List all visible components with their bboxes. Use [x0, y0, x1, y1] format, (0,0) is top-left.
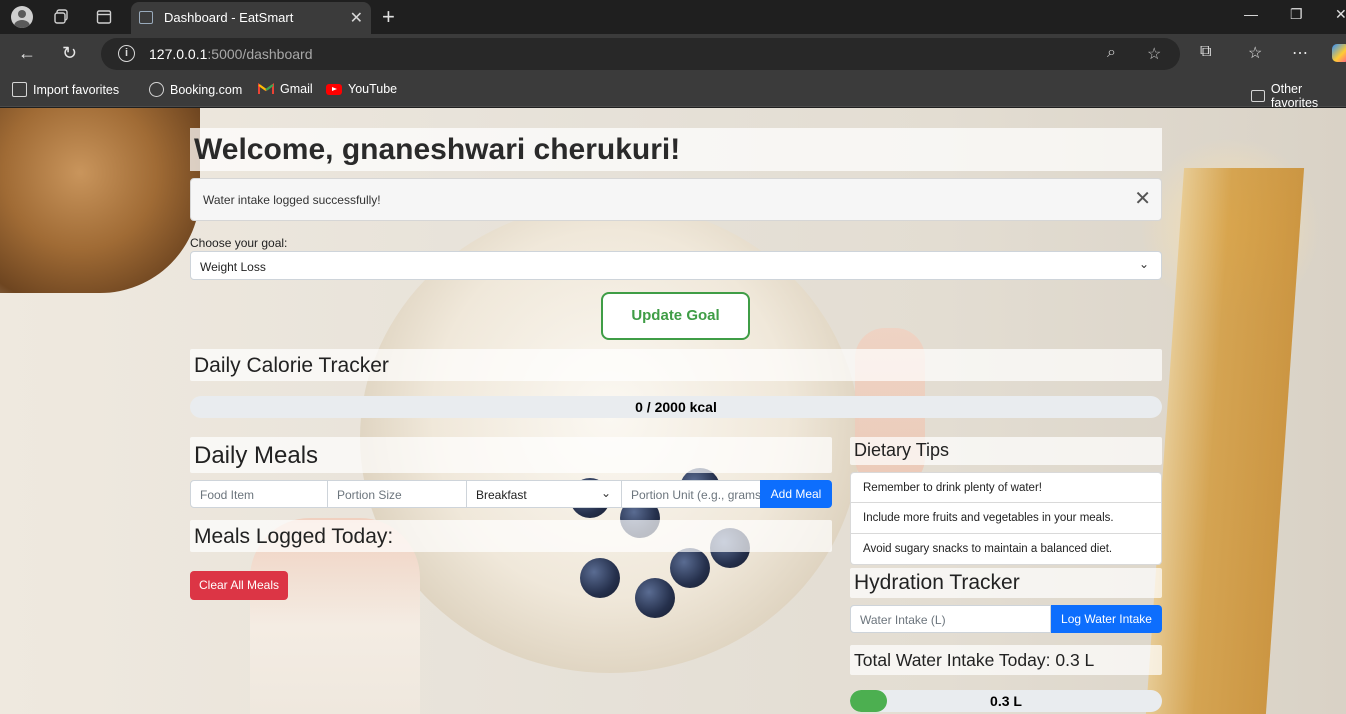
add-meal-button[interactable]: Add Meal	[760, 480, 832, 508]
gmail-icon	[258, 83, 274, 94]
meal-type-value: Breakfast	[476, 488, 527, 502]
daily-meals-title: Daily Meals	[194, 442, 319, 469]
success-alert: Water intake logged successfully! ✕	[190, 178, 1162, 221]
favorites-icon[interactable]: ☆	[1248, 43, 1262, 63]
water-progress-bar: 0.3 L	[850, 690, 1162, 712]
close-alert-icon[interactable]: ✕	[1134, 188, 1151, 210]
portion-unit-input[interactable]: Portion Unit (e.g., grams)	[621, 480, 761, 508]
globe-icon	[149, 82, 164, 97]
total-water-header: Total Water Intake Today: 0.3 L	[850, 645, 1162, 675]
import-icon	[12, 82, 27, 97]
welcome-header: Welcome, gnaneshwari cherukuri!	[190, 128, 1162, 171]
water-form: Water Intake (L) Log Water Intake	[850, 605, 1162, 633]
update-goal-button[interactable]: Update Goal	[601, 292, 750, 340]
goal-select[interactable]: Weight Loss ⌄	[190, 251, 1162, 280]
list-item: Avoid sugary snacks to maintain a balanc…	[850, 534, 1162, 565]
chevron-down-icon: ⌄	[600, 486, 611, 500]
address-bar[interactable]: i 127.0.0.1:5000/dashboard ⌕ ☆	[101, 38, 1180, 70]
url-text: 127.0.0.1:5000/dashboard	[149, 46, 313, 62]
hydration-tracker-title: Hydration Tracker	[854, 571, 1020, 594]
bookmarks-bar: Import favorites Booking.com Gmail YouTu…	[0, 74, 1346, 110]
meals-logged-title: Meals Logged Today:	[194, 525, 394, 548]
dietary-tips-list: Remember to drink plenty of water! Inclu…	[850, 472, 1162, 565]
water-intake-input[interactable]: Water Intake (L)	[850, 605, 1051, 633]
bookmark-import-favorites[interactable]: Import favorites	[12, 82, 119, 97]
more-menu-icon[interactable]: ⋯	[1292, 43, 1308, 63]
portion-size-input[interactable]: Portion Size	[327, 480, 467, 508]
bookmark-youtube[interactable]: YouTube	[326, 82, 397, 96]
refresh-icon[interactable]: ↻	[62, 43, 77, 64]
walnut-bowl-background	[0, 108, 200, 293]
extensions-icon[interactable]: ⧉	[1200, 43, 1211, 61]
page-title: Welcome, gnaneshwari cherukuri!	[194, 133, 681, 166]
tab-title: Dashboard - EatSmart	[164, 10, 294, 25]
list-item: Include more fruits and vegetables in yo…	[850, 503, 1162, 534]
clear-all-meals-button[interactable]: Clear All Meals	[190, 571, 288, 600]
folder-icon	[1251, 90, 1265, 102]
bookmark-gmail[interactable]: Gmail	[258, 82, 313, 96]
food-item-input[interactable]: Food Item	[190, 480, 328, 508]
calorie-progress-text: 0 / 2000 kcal	[635, 399, 717, 415]
profile-avatar[interactable]	[11, 6, 33, 28]
dietary-tips-header: Dietary Tips	[850, 437, 1162, 465]
copilot-icon[interactable]	[1332, 44, 1346, 62]
calorie-tracker-title: Daily Calorie Tracker	[194, 354, 389, 377]
daily-meals-header: Daily Meals	[190, 437, 832, 473]
goal-select-value: Weight Loss	[200, 260, 266, 274]
browser-navbar: ← ↻ i 127.0.0.1:5000/dashboard ⌕ ☆ ⧉ ☆ ⋯	[0, 34, 1346, 74]
back-icon[interactable]: ←	[18, 43, 36, 64]
minimize-icon[interactable]: —	[1244, 6, 1258, 22]
book-background	[1145, 168, 1305, 714]
total-water-title: Total Water Intake Today: 0.3 L	[854, 650, 1095, 670]
close-tab-icon[interactable]: ✕	[350, 8, 363, 28]
calorie-progress-bar: 0 / 2000 kcal	[190, 396, 1162, 418]
workspaces-icon[interactable]	[52, 7, 72, 27]
log-water-intake-button[interactable]: Log Water Intake	[1051, 605, 1162, 633]
restore-icon[interactable]: ❐	[1290, 6, 1303, 23]
bookmark-booking[interactable]: Booking.com	[149, 82, 242, 97]
hydration-tracker-header: Hydration Tracker	[850, 568, 1162, 598]
chevron-down-icon: ⌄	[1138, 257, 1149, 271]
meal-form: Food Item Portion Size Breakfast ⌄ Porti…	[190, 480, 832, 508]
site-info-icon[interactable]: i	[118, 45, 135, 62]
close-window-icon[interactable]: ✕	[1335, 6, 1346, 23]
alert-message: Water intake logged successfully!	[203, 193, 381, 207]
zoom-icon[interactable]: ⌕	[1107, 44, 1116, 62]
new-tab-icon[interactable]: +	[382, 4, 395, 30]
meal-type-select[interactable]: Breakfast ⌄	[466, 480, 622, 508]
terminal-favicon-icon	[139, 11, 153, 24]
favorite-star-icon[interactable]: ☆	[1147, 44, 1161, 64]
bookmark-other-favorites[interactable]: Other favorites	[1251, 82, 1346, 110]
meals-logged-header: Meals Logged Today:	[190, 520, 832, 552]
list-item: Remember to drink plenty of water!	[850, 472, 1162, 503]
page-viewport: Welcome, gnaneshwari cherukuri! Water in…	[0, 108, 1346, 714]
goal-label: Choose your goal:	[190, 236, 288, 250]
dietary-tips-title: Dietary Tips	[854, 440, 950, 460]
water-progress-text: 0.3 L	[990, 693, 1022, 709]
browser-titlebar: Dashboard - EatSmart ✕ + — ❐ ✕	[0, 0, 1346, 34]
browser-tab[interactable]: Dashboard - EatSmart ✕	[131, 2, 371, 34]
youtube-icon	[326, 83, 342, 95]
tab-actions-icon[interactable]	[94, 7, 114, 27]
calorie-tracker-header: Daily Calorie Tracker	[190, 349, 1162, 381]
